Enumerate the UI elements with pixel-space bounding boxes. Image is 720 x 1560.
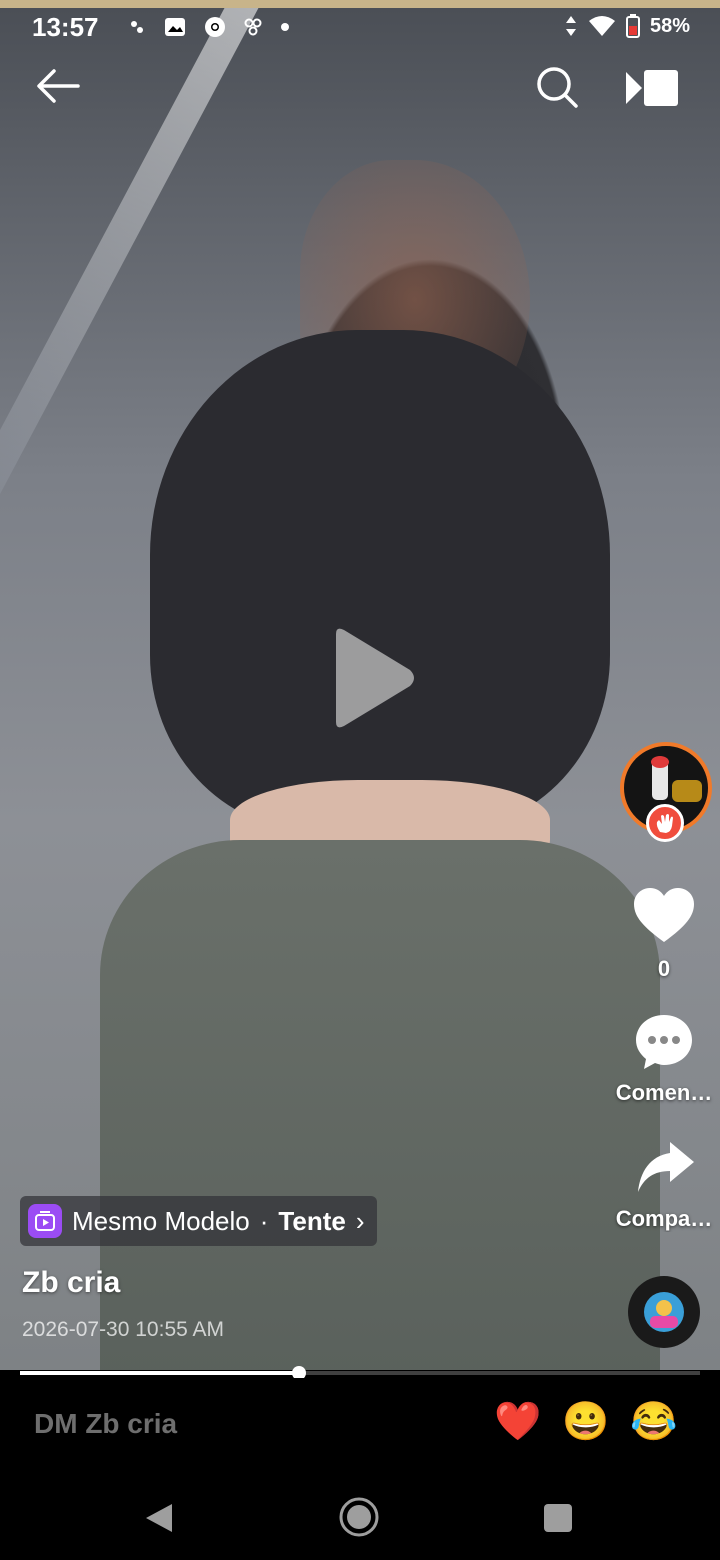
avatar-image-hair [651, 756, 669, 768]
template-icon [28, 1204, 62, 1238]
share-button[interactable] [636, 1140, 696, 1196]
template-chip-separator: · [259, 1205, 269, 1236]
play-next-icon [626, 70, 678, 106]
dm-bar: DM Zb cria ❤️ 😀 😂 [0, 1378, 720, 1474]
home-circle-icon [339, 1497, 379, 1537]
heart-emoji-button[interactable]: ❤️ [494, 1400, 541, 1444]
laugh-emoji-button[interactable]: 😂 [630, 1400, 677, 1444]
nav-recents-button[interactable] [544, 1504, 572, 1532]
top-frame-line [0, 0, 720, 8]
gallery-icon [165, 18, 185, 36]
comment-label: Comen… [615, 1080, 713, 1105]
status-notification-icons [128, 16, 290, 38]
search-icon [537, 67, 578, 108]
template-chip-action: Tente [278, 1205, 346, 1236]
nav-home-button[interactable] [338, 1496, 380, 1538]
play-icon [336, 628, 414, 728]
notification-app-icon-2 [244, 18, 262, 36]
nav-back-button[interactable] [144, 1502, 174, 1534]
data-arrows-icon [565, 16, 576, 36]
switch-feed-button[interactable] [624, 68, 680, 108]
search-button[interactable] [534, 64, 580, 110]
wave-hand-icon [656, 814, 673, 833]
same-template-chip[interactable]: Mesmo Modelo · Tente › [20, 1196, 377, 1246]
avatar-image-car [672, 780, 702, 802]
sound-avatar-icon [644, 1292, 684, 1332]
comment-bubble-icon [636, 1015, 692, 1069]
back-button[interactable] [34, 66, 82, 106]
status-system-icons: 58% [564, 14, 690, 38]
arrow-left-icon [37, 69, 80, 103]
dm-input[interactable]: DM Zb cria [34, 1408, 177, 1440]
music-disc[interactable] [628, 1276, 700, 1348]
share-label: Compa… [615, 1206, 713, 1231]
video-frame-subject-top [150, 330, 610, 830]
comment-button[interactable] [634, 1012, 694, 1072]
play-button[interactable] [328, 626, 418, 730]
grin-emoji-button[interactable]: 😀 [562, 1400, 609, 1444]
share-arrow-icon [638, 1142, 694, 1192]
like-count: 0 [657, 956, 671, 981]
heart-icon [634, 888, 694, 942]
dot-icon [281, 23, 289, 31]
wifi-icon [588, 16, 615, 36]
chrome-icon [205, 17, 225, 37]
template-chip-label: Mesmo Modelo [72, 1205, 250, 1236]
notification-app-icon [131, 21, 143, 33]
wave-button[interactable] [646, 804, 684, 842]
video-progress-bar[interactable] [20, 1366, 700, 1380]
video-progress-fill [20, 1371, 299, 1375]
triangle-back-icon [146, 1504, 172, 1532]
post-timestamp: 2026-07-30 10:55 AM [22, 1318, 224, 1341]
system-nav-bar [0, 1474, 720, 1560]
chevron-right-icon: › [355, 1205, 365, 1236]
like-button[interactable] [632, 886, 696, 946]
battery-percent: 58% [649, 14, 690, 37]
battery-icon [625, 14, 640, 38]
status-time: 13:57 [32, 12, 99, 42]
video-frame-subject-jeans [100, 840, 660, 1370]
status-bar: 13:57 58% [0, 8, 720, 50]
post-username[interactable]: Zb cria [22, 1266, 120, 1300]
